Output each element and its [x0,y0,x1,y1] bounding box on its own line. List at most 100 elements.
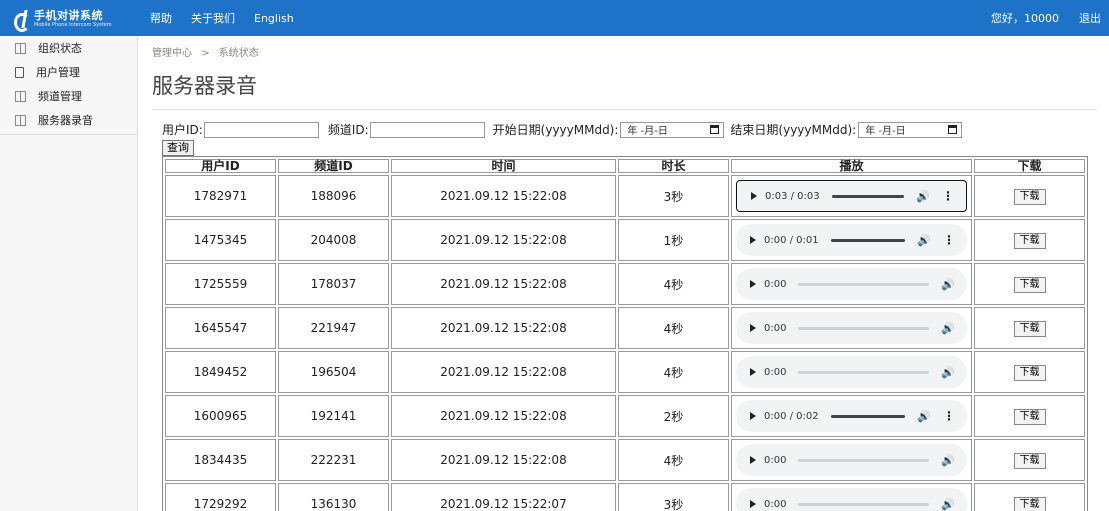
cell-player: 0:00 🔊 [731,483,972,511]
user-id-input[interactable] [203,121,319,138]
play-icon[interactable] [750,500,756,508]
audio-player[interactable]: 0:00 🔊 [736,356,967,388]
query-button[interactable]: 查询 [162,140,194,156]
play-icon[interactable] [750,280,756,288]
logo-title: 手机对讲系统 [34,9,103,22]
end-date-input[interactable]: 年 -月-日 [858,121,963,138]
column-header-channel-id: 频道ID [278,159,389,173]
logout-link[interactable]: 退出 [1079,10,1101,26]
volume-icon[interactable]: 🔊 [941,366,955,379]
play-icon[interactable] [750,236,756,244]
volume-icon[interactable]: 🔊 [916,190,930,203]
book-icon [15,90,26,102]
audio-player[interactable]: 0:00 🔊 [736,312,967,344]
audio-player[interactable]: 0:00 🔊 [736,444,967,476]
user-greeting: 您好，10000 [991,12,1059,25]
cell-channel-id: 178037 [278,263,389,305]
cell-channel-id: 221947 [278,307,389,349]
progress-slider[interactable] [831,194,905,198]
play-icon[interactable] [750,368,756,376]
audio-player[interactable]: 0:00 / 0:02 🔊 ⋮ [736,400,967,432]
column-header-download: 下载 [974,159,1085,173]
calendar-icon[interactable] [948,125,958,134]
volume-icon[interactable]: 🔊 [941,278,955,291]
download-button[interactable]: 下载 [1013,276,1046,293]
play-icon[interactable] [750,412,756,420]
cell-download: 下载 [974,219,1085,261]
download-button[interactable]: 下载 [1013,232,1046,249]
more-options-icon[interactable]: ⋮ [942,189,954,203]
progress-slider[interactable] [798,458,930,462]
file-icon [15,66,24,78]
cell-time: 2021.09.12 15:22:08 [391,351,616,393]
play-icon[interactable] [750,324,756,332]
progress-slider[interactable] [798,370,930,374]
end-date-label: 结束日期(yyyyMMdd): [730,123,857,137]
more-options-icon[interactable]: ⋮ [943,233,955,247]
download-button[interactable]: 下载 [1013,320,1046,337]
volume-icon[interactable]: 🔊 [941,498,955,511]
download-button[interactable]: 下载 [1013,188,1046,205]
table-header-row: 用户ID 频道ID 时间 时长 播放 下载 [165,159,1085,173]
calendar-icon[interactable] [710,125,720,134]
app-logo[interactable]: 手机对讲系统 Mobile Phone Intercom System [14,9,112,32]
nav-english-link[interactable]: English [254,12,294,25]
play-icon[interactable] [751,192,757,200]
sidebar-item-channel-management[interactable]: 频道管理 [0,84,137,108]
more-options-icon[interactable]: ⋮ [943,409,955,423]
download-button[interactable]: 下载 [1013,452,1046,469]
volume-icon[interactable]: 🔊 [941,322,955,335]
cell-time: 2021.09.12 15:22:07 [391,483,616,511]
player-time: 0:00 [764,454,787,466]
cell-download: 下载 [974,175,1085,217]
cell-duration: 4秒 [618,307,729,349]
progress-slider[interactable] [798,502,930,506]
download-button[interactable]: 下载 [1013,496,1046,511]
audio-player[interactable]: 0:00 / 0:01 🔊 ⋮ [736,224,967,256]
volume-icon[interactable]: 🔊 [917,410,931,423]
sidebar-item-label: 用户管理 [36,66,80,79]
top-nav: 帮助 关于我们 English [150,0,313,36]
nav-help-link[interactable]: 帮助 [150,10,172,26]
breadcrumb: 管理中心 > 系统状态 [152,44,265,59]
play-icon[interactable] [750,456,756,464]
nav-about-link[interactable]: 关于我们 [191,10,235,26]
end-date-value: 年 -月-日 [865,126,906,137]
audio-player[interactable]: 0:03 / 0:03 🔊 ⋮ [736,180,967,212]
start-date-input[interactable]: 年 -月-日 [620,121,725,138]
logo-icon [14,10,30,32]
download-button[interactable]: 下载 [1013,364,1046,381]
player-time: 0:00 [764,278,787,290]
sidebar-item-label: 组织状态 [38,42,82,55]
player-time: 0:03 / 0:03 [765,190,820,202]
player-time: 0:00 / 0:01 [764,234,819,246]
start-date-label: 开始日期(yyyyMMdd): [492,123,619,137]
audio-player[interactable]: 0:00 🔊 [736,268,967,300]
cell-duration: 3秒 [618,483,729,511]
volume-icon[interactable]: 🔊 [917,234,931,247]
cell-player: 0:00 🔊 [731,351,972,393]
cell-time: 2021.09.12 15:22:08 [391,263,616,305]
cell-user-id: 1600965 [165,395,276,437]
cell-user-id: 1729292 [165,483,276,511]
sidebar-item-server-recording[interactable]: 服务器录音 [0,108,137,132]
book-icon [15,42,26,54]
progress-slider[interactable] [830,414,906,418]
volume-icon[interactable]: 🔊 [941,454,955,467]
start-date-value: 年 -月-日 [627,126,668,137]
progress-slider[interactable] [830,238,906,242]
table-row: 1645547 221947 2021.09.12 15:22:08 4秒 0:00 🔊 下… [165,307,1085,349]
table-row: 1600965 192141 2021.09.12 15:22:08 2秒 0:00 /… [165,395,1085,437]
download-button[interactable]: 下载 [1013,408,1046,425]
cell-user-id: 1725559 [165,263,276,305]
sidebar-item-org-status[interactable]: 组织状态 [0,36,137,60]
progress-slider[interactable] [798,282,930,286]
audio-player[interactable]: 0:00 🔊 [736,488,967,511]
breadcrumb-home[interactable]: 管理中心 [152,48,192,59]
progress-slider[interactable] [798,326,930,330]
channel-id-input[interactable] [369,121,485,138]
sidebar-item-user-management[interactable]: 用户管理 [0,60,137,84]
table-row: 1475345 204008 2021.09.12 15:22:08 1秒 0:00 /… [165,219,1085,261]
cell-download: 下载 [974,263,1085,305]
cell-duration: 2秒 [618,395,729,437]
